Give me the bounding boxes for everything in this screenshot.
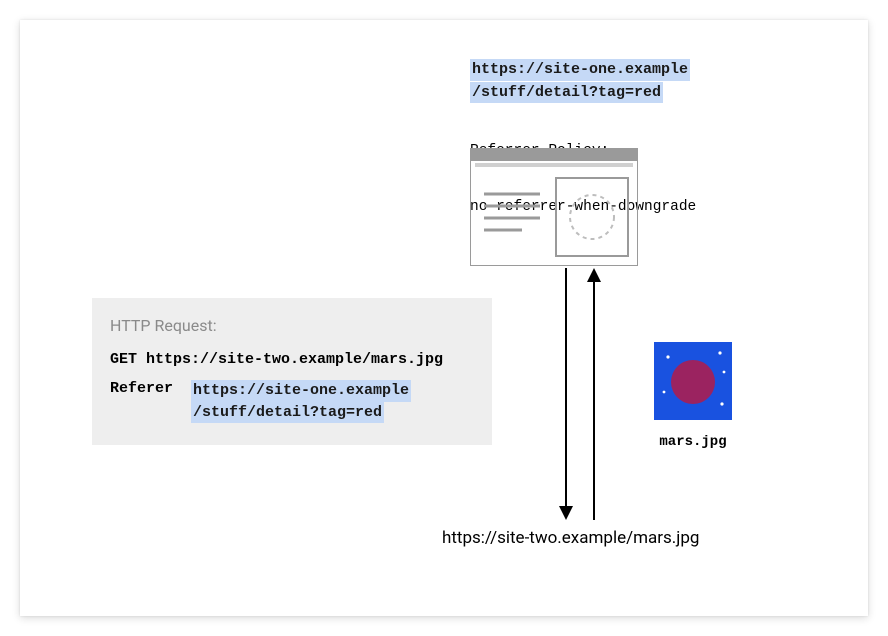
mars-label: mars.jpg xyxy=(654,434,732,450)
diagram-canvas: https://site-one.example /stuff/detail?t… xyxy=(20,20,868,616)
browser-window-icon xyxy=(470,148,638,270)
http-request-title: HTTP Request: xyxy=(110,316,474,335)
http-get-line: GET https://site-two.example/mars.jpg xyxy=(110,351,474,368)
referer-url-block: https://site-one.example /stuff/detail?t… xyxy=(191,380,411,423)
mars-image-tile: mars.jpg xyxy=(654,342,732,450)
source-url-line1: https://site-one.example xyxy=(470,59,690,81)
http-request-box: HTTP Request: GET https://site-two.examp… xyxy=(92,298,492,445)
source-url-block: https://site-one.example /stuff/detail?t… xyxy=(470,58,690,103)
request-response-arrows xyxy=(550,268,610,524)
referer-label: Referer xyxy=(110,380,173,397)
http-referer-line: Referer https://site-one.example /stuff/… xyxy=(110,380,474,423)
source-url-line2: /stuff/detail?tag=red xyxy=(470,82,663,104)
mars-icon xyxy=(654,342,732,420)
referer-url-line2: /stuff/detail?tag=red xyxy=(191,402,384,424)
target-url: https://site-two.example/mars.jpg xyxy=(442,528,699,548)
referer-url-line1: https://site-one.example xyxy=(191,380,411,402)
